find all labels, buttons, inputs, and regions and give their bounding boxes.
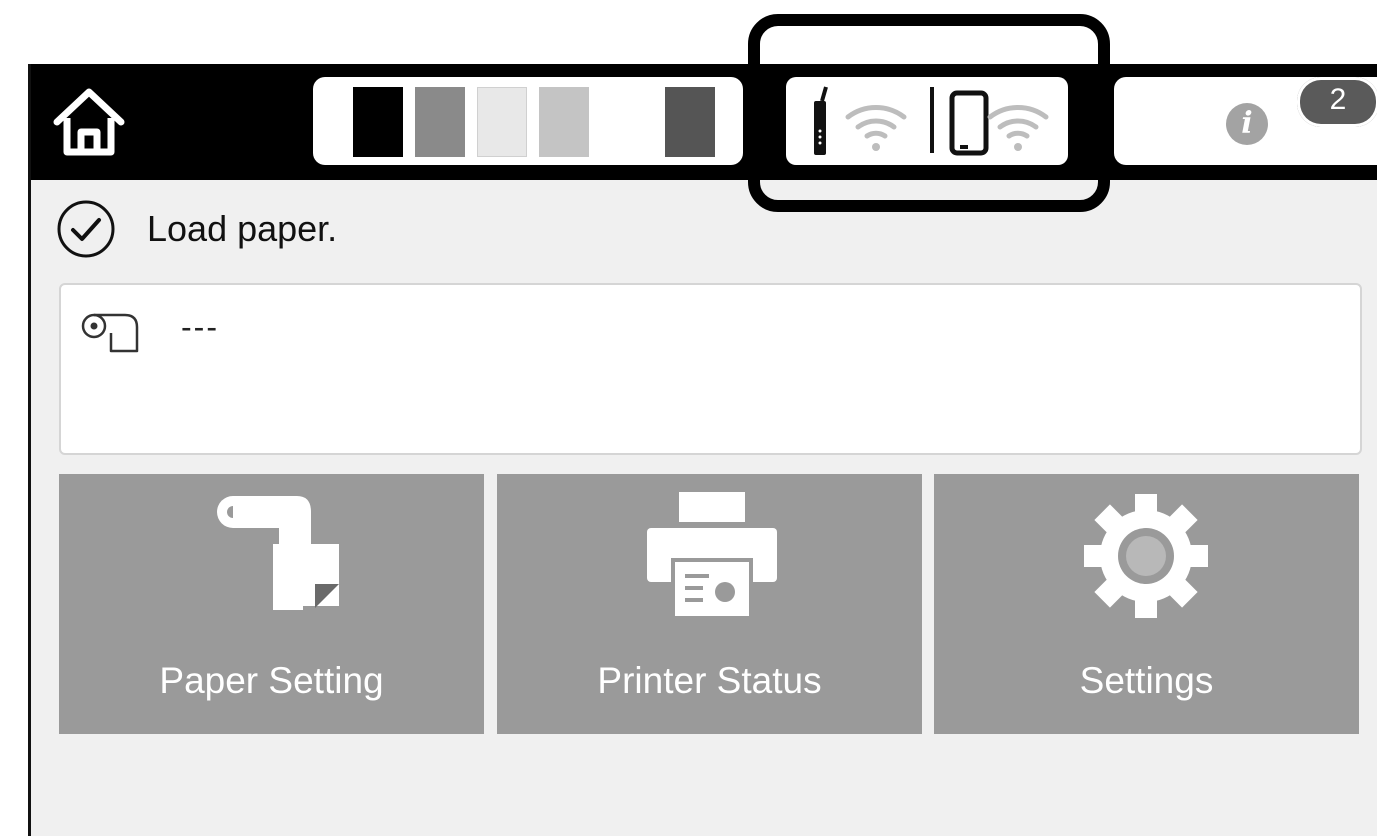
status-message-row: Load paper. — [55, 197, 337, 261]
ink-cartridge-4 — [539, 87, 589, 157]
home-button[interactable] — [53, 82, 125, 162]
ink-cartridge-1 — [353, 87, 403, 157]
roll-paper-icon — [81, 313, 139, 353]
check-circle-icon — [57, 200, 115, 258]
paper-setting-tile[interactable]: Paper Setting — [59, 474, 484, 734]
paper-source-info[interactable]: --- — [59, 283, 1362, 455]
ink-cartridge-2 — [415, 87, 465, 157]
network-status-panel[interactable] — [786, 77, 1068, 165]
wifi-router-icon — [814, 86, 907, 155]
paper-source-value: --- — [181, 309, 219, 345]
notification-badge[interactable]: 2 — [1297, 77, 1377, 127]
status-message: Load paper. — [147, 208, 338, 249]
settings-label: Settings — [1079, 660, 1214, 701]
ink-levels-panel[interactable] — [313, 77, 743, 165]
top-status-bar: i 2 — [31, 64, 1377, 180]
paper-setting-label: Paper Setting — [159, 660, 384, 701]
paper-setting-icon — [217, 496, 339, 610]
network-divider — [930, 87, 934, 153]
gear-icon — [1084, 494, 1208, 618]
printer-icon — [647, 492, 777, 620]
ink-cartridge-3 — [477, 87, 527, 157]
printer-home-screen: i 2 Load paper. --- Paper Setting Printe… — [28, 64, 1377, 836]
wifi-direct-icon — [949, 90, 1049, 156]
ink-cartridge-5 — [665, 87, 715, 157]
printer-status-label: Printer Status — [597, 660, 822, 701]
home-icon — [53, 88, 125, 156]
info-panel: i 2 — [1114, 77, 1377, 165]
printer-status-tile[interactable]: Printer Status — [497, 474, 922, 734]
info-icon[interactable]: i — [1226, 103, 1268, 145]
settings-tile[interactable]: Settings — [934, 474, 1359, 734]
